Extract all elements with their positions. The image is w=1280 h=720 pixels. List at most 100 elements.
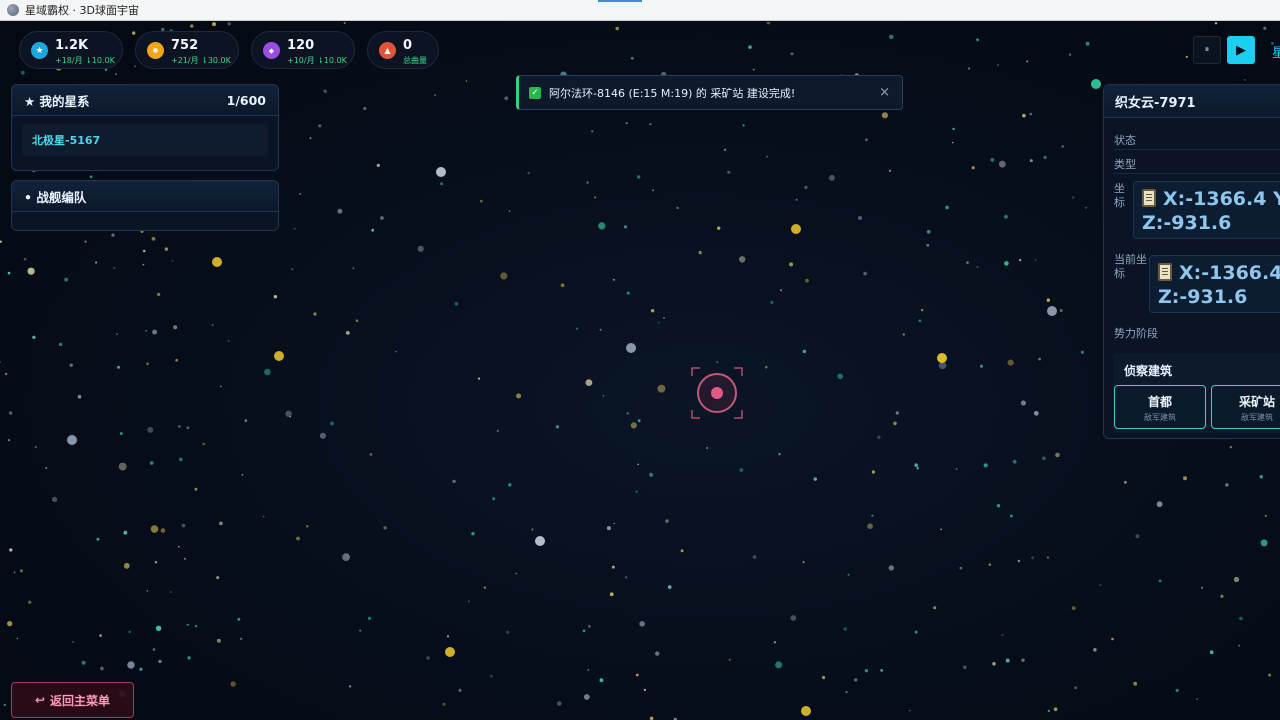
building-card-capital[interactable]: 首都 敌军建筑: [1114, 385, 1206, 429]
galaxy-list-item[interactable]: 北极星-5167: [22, 124, 268, 156]
resource-crystal[interactable]: ◆ 120 +10/月 ⇂10.0K: [251, 31, 355, 69]
star-dot: [968, 67, 971, 70]
bright-star[interactable]: [1047, 306, 1057, 316]
resource-star-energy[interactable]: ★ 1.2K +18/月 ⇂10.0K: [19, 31, 123, 69]
return-arrow-icon: ↩: [34, 693, 46, 707]
star-dot: [739, 256, 746, 263]
star-dot: [454, 302, 459, 306]
star-dot: [1046, 298, 1051, 302]
star-dot: [299, 192, 302, 195]
star-dot: [667, 585, 672, 589]
star-dot: [164, 247, 169, 251]
star-dot: [602, 394, 605, 397]
star-dot: [194, 624, 198, 628]
fleet-header[interactable]: • 战舰编队: [12, 181, 278, 212]
star-dot: [863, 271, 867, 276]
star-dot: [1209, 650, 1214, 654]
star-dot: [1233, 576, 1240, 583]
bright-star[interactable]: [67, 435, 77, 445]
star-dot: [828, 174, 835, 181]
resource-military[interactable]: ▲ 0 总曲量: [367, 31, 439, 69]
star-dot: [1220, 594, 1224, 598]
star-dot: [417, 245, 424, 252]
star-dot: [698, 250, 702, 255]
star-dot: [996, 504, 1001, 508]
building-card-mining-station[interactable]: 采矿站 敌军建筑: [1211, 385, 1280, 429]
star-dot: [395, 350, 397, 353]
my-systems-header[interactable]: ★ 我的星系 1/600: [12, 85, 278, 116]
star-dot: [504, 96, 509, 101]
star-dot: [179, 457, 183, 462]
star-dot: [623, 225, 628, 229]
star-dot: [952, 127, 955, 131]
star-dot: [446, 635, 450, 638]
star-dot: [780, 289, 782, 292]
bright-star[interactable]: [937, 353, 947, 363]
star-dot: [219, 521, 223, 526]
pause-button[interactable]: ⏸: [1193, 36, 1221, 64]
star-dot: [323, 89, 327, 93]
star-dot: [630, 56, 634, 60]
star-energy-value: 1.2K: [55, 38, 89, 53]
star-dot: [770, 300, 774, 304]
star-dot: [77, 394, 82, 399]
star-energy-icon: ★: [31, 42, 48, 59]
bright-star[interactable]: [274, 351, 284, 361]
bright-star[interactable]: [791, 224, 801, 234]
star-dot: [230, 681, 236, 687]
star-dot: [822, 675, 826, 680]
play-button[interactable]: ▶: [1227, 36, 1255, 64]
bright-star[interactable]: [436, 167, 446, 177]
star-dot: [933, 606, 937, 610]
star-dot: [854, 678, 858, 682]
cutoff-menu-text[interactable]: 星: [1272, 42, 1280, 61]
star-dot: [847, 573, 850, 576]
star-dot: [355, 319, 359, 323]
star-dot: [1260, 539, 1268, 547]
bright-star[interactable]: [212, 257, 222, 267]
star-dot: [442, 702, 446, 706]
gold-value: 752: [171, 38, 199, 53]
star-dot: [655, 651, 660, 656]
faction-stage-label: 势力阶段: [1114, 327, 1158, 340]
star-dot: [557, 701, 562, 706]
star-dot: [309, 137, 312, 140]
star-dot: [13, 571, 16, 574]
star-dot: [383, 526, 387, 530]
star-dot: [802, 349, 807, 354]
star-dot: [527, 171, 530, 175]
bright-star[interactable]: [445, 647, 455, 657]
current-coord-box[interactable]: X:-1366.4 Y Z:-931.6: [1149, 255, 1280, 313]
star-dot: [490, 674, 493, 678]
star-dot: [790, 52, 794, 56]
crystal-icon: ◆: [263, 42, 280, 59]
star-dot: [1074, 686, 1077, 690]
star-dot: [1133, 681, 1138, 686]
star-dot: [1043, 155, 1047, 160]
star-dot: [649, 716, 654, 720]
star-dot: [426, 656, 430, 660]
star-dot: [1019, 259, 1022, 262]
fleet-title: • 战舰编队: [24, 189, 87, 205]
star-dot: [211, 324, 214, 326]
star-dot: [1042, 456, 1046, 461]
star-dot: [89, 175, 93, 179]
bright-star[interactable]: [801, 706, 811, 716]
star-dot: [216, 576, 220, 580]
star-dot: [219, 385, 222, 388]
close-icon[interactable]: ×: [879, 85, 890, 100]
star-dot: [871, 470, 876, 474]
resource-gold[interactable]: ● 752 +21/月 ⇂30.0K: [135, 31, 239, 69]
target-reticle[interactable]: [690, 366, 744, 420]
bright-star[interactable]: [1091, 79, 1101, 89]
coord-box[interactable]: X:-1366.4 Y: Z:-931.6: [1133, 181, 1280, 239]
star-dot: [477, 377, 481, 380]
bright-star[interactable]: [626, 343, 636, 353]
star-dot: [158, 659, 162, 664]
star-dot: [845, 691, 848, 694]
star-dot: [1029, 112, 1033, 116]
back-to-main-menu-button[interactable]: ↩ 返回主菜单: [11, 682, 134, 718]
star-dot: [1135, 534, 1140, 539]
star-dot: [467, 600, 470, 603]
bright-star[interactable]: [535, 536, 545, 546]
